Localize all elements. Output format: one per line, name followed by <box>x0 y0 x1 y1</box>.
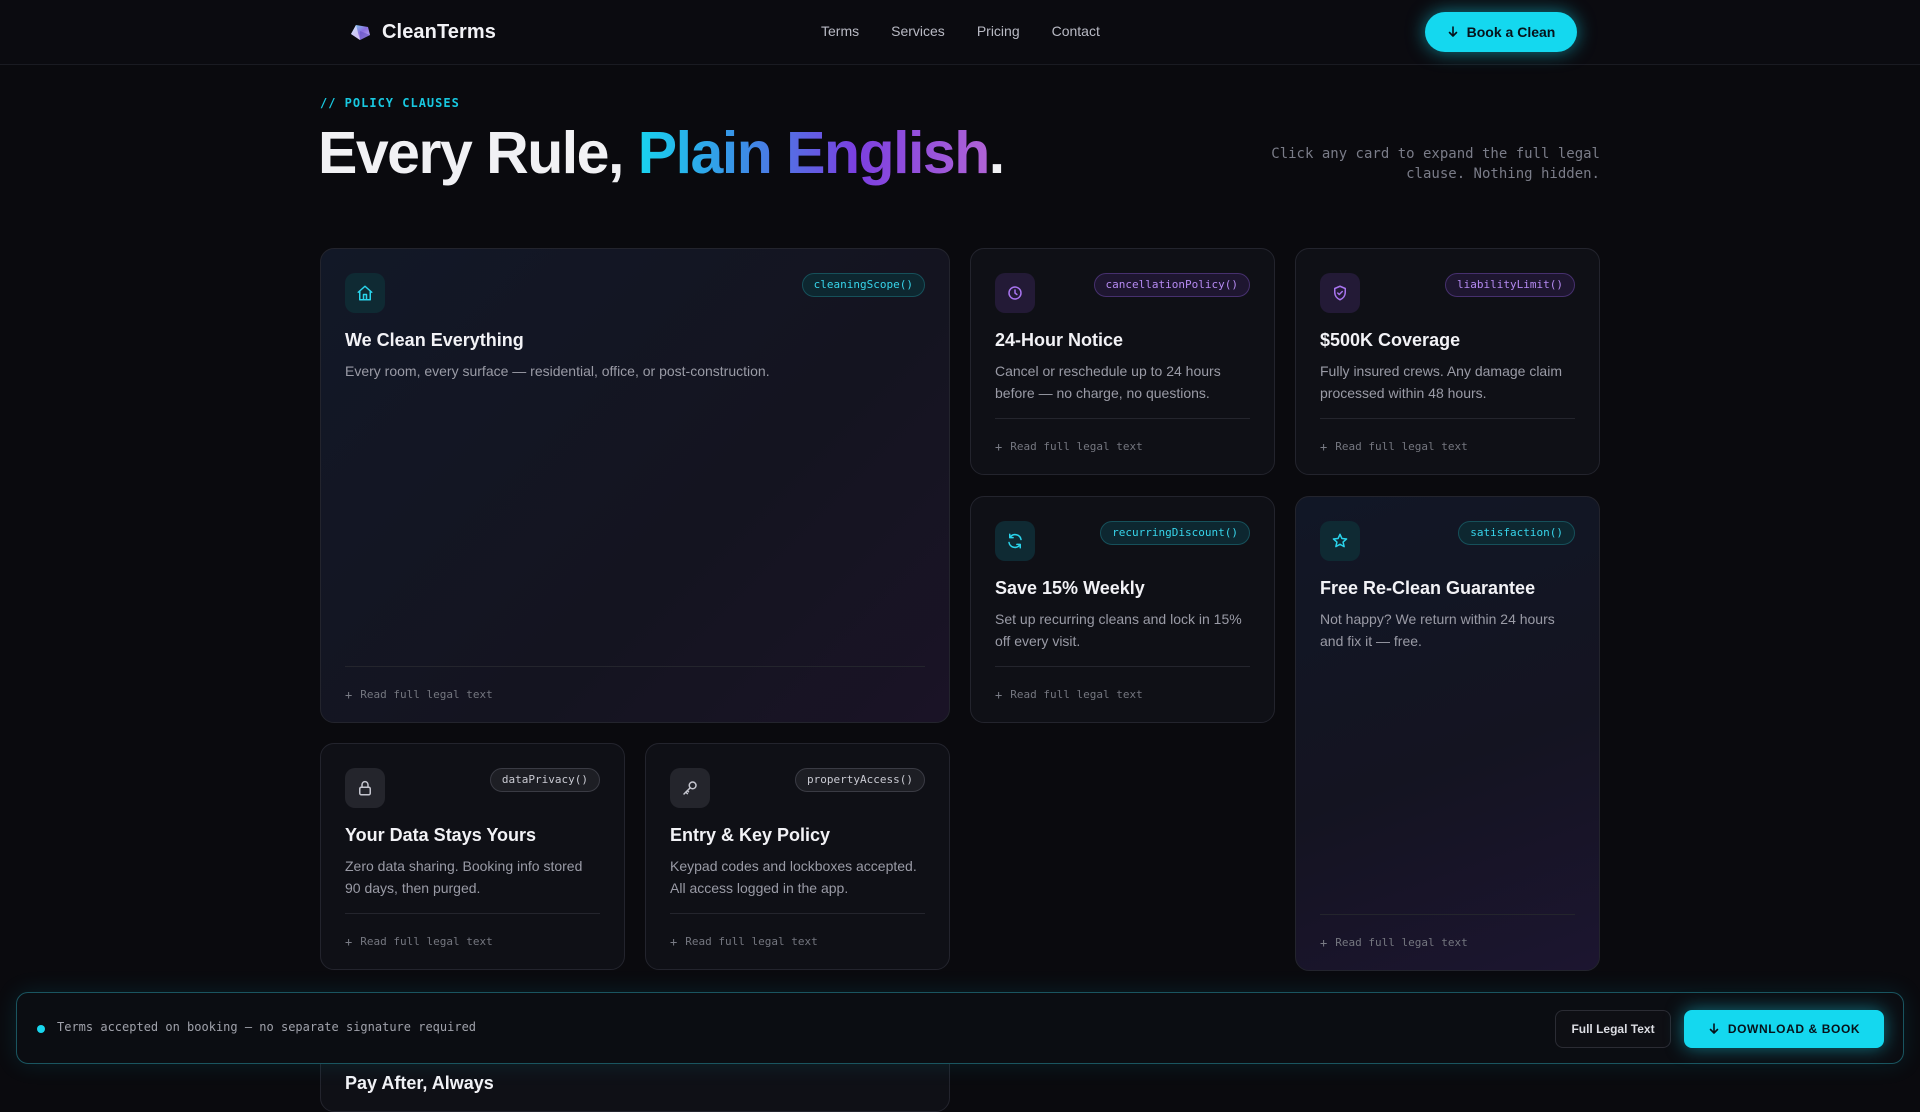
clause-tag: satisfaction() <box>1458 521 1575 545</box>
terms-status-text: Terms accepted on booking — no separate … <box>57 1020 477 1034</box>
section-eyebrow: // POLICY CLAUSES <box>320 96 460 110</box>
clause-tag: cancellationPolicy() <box>1093 273 1250 297</box>
lock-icon <box>345 768 385 808</box>
plus-icon: + <box>1320 935 1328 950</box>
terms-sticky-bar: Terms accepted on booking — no separate … <box>16 992 1904 1064</box>
plus-icon: + <box>995 439 1003 454</box>
policy-card-cleaning-scope[interactable]: cleaningScope() We Clean Everything Ever… <box>320 248 950 723</box>
brand-name: CleanTerms <box>382 20 497 43</box>
policy-card-property-access[interactable]: propertyAccess() Entry & Key Policy Keyp… <box>645 743 950 970</box>
card-description: Set up recurring cleans and lock in 15% … <box>995 611 1242 649</box>
arrow-down-icon <box>1448 26 1457 37</box>
card-title: 24-Hour Notice <box>995 330 1124 350</box>
nav-links: Terms Services Pricing Contact <box>821 23 1100 39</box>
clause-tag: liabilityLimit() <box>1445 273 1575 297</box>
card-title: Your Data Stays Yours <box>345 825 537 845</box>
read-legal-label: Read full legal text <box>1010 688 1143 701</box>
read-legal-label: Read full legal text <box>1335 936 1468 949</box>
clock-icon <box>995 273 1035 313</box>
nav-link-terms[interactable]: Terms <box>821 23 859 39</box>
read-legal-label: Read full legal text <box>360 935 493 948</box>
card-description: Not happy? We return within 24 hours and… <box>1320 611 1555 649</box>
clause-tag: cleaningScope() <box>801 273 925 297</box>
read-legal-label: Read full legal text <box>360 688 493 701</box>
nav-link-contact[interactable]: Contact <box>1052 23 1100 39</box>
clause-tag: recurringDiscount() <box>1100 521 1250 545</box>
hero-subtitle: Click any card to expand the full legal … <box>1271 146 1600 182</box>
plus-icon: + <box>670 934 678 949</box>
refresh-icon <box>995 521 1035 561</box>
read-legal-link[interactable]: + Read full legal text <box>995 666 1250 722</box>
read-legal-link[interactable]: + Read full legal text <box>345 913 600 969</box>
read-legal-link[interactable]: + Read full legal text <box>1320 914 1575 970</box>
book-clean-label: Book a Clean <box>1466 24 1556 40</box>
card-title: Pay After, Always <box>345 1073 494 1093</box>
card-description: Every room, every surface — residential,… <box>345 363 770 379</box>
book-clean-button[interactable]: Book a Clean <box>1425 12 1577 52</box>
policy-card-satisfaction[interactable]: satisfaction() Free Re-Clean Guarantee N… <box>1295 496 1600 971</box>
read-legal-label: Read full legal text <box>1010 440 1143 453</box>
policy-card-liability[interactable]: liabilityLimit() $500K Coverage Fully in… <box>1295 248 1600 475</box>
plus-icon: + <box>995 687 1003 702</box>
policy-card-data-privacy[interactable]: dataPrivacy() Your Data Stays Yours Zero… <box>320 743 625 970</box>
plus-icon: + <box>345 687 353 702</box>
title-end: . <box>988 120 1005 186</box>
diamond-logo-icon <box>351 25 370 40</box>
brand[interactable]: CleanTerms <box>348 20 496 44</box>
full-legal-text-button[interactable]: Full Legal Text <box>1555 1010 1671 1048</box>
read-legal-label: Read full legal text <box>1335 440 1468 453</box>
download-and-book-label: DOWNLOAD & BOOK <box>1727 1022 1861 1036</box>
policy-card-cancellation[interactable]: cancellationPolicy() 24-Hour Notice Canc… <box>970 248 1275 475</box>
read-legal-label: Read full legal text <box>685 935 818 948</box>
download-and-book-button[interactable]: DOWNLOAD & BOOK <box>1684 1010 1884 1048</box>
read-legal-link[interactable]: + Read full legal text <box>670 913 925 969</box>
clause-tag: dataPrivacy() <box>489 768 600 792</box>
read-legal-link[interactable]: + Read full legal text <box>1320 418 1575 474</box>
key-icon <box>670 768 710 808</box>
title-start: Every Rule, <box>318 120 638 186</box>
card-title: $500K Coverage <box>1320 330 1461 350</box>
nav-link-services[interactable]: Services <box>891 23 945 39</box>
plus-icon: + <box>1320 439 1328 454</box>
nav-link-pricing[interactable]: Pricing <box>977 23 1020 39</box>
policy-card-recurring[interactable]: recurringDiscount() Save 15% Weekly Set … <box>970 496 1275 723</box>
card-title: Entry & Key Policy <box>670 825 831 845</box>
page-title: Every Rule, Plain English. <box>318 118 1005 188</box>
title-highlight: Plain English <box>637 120 990 186</box>
top-navbar: CleanTerms Terms Services Pricing Contac… <box>0 0 1920 65</box>
clause-tag: propertyAccess() <box>795 768 925 792</box>
card-description: Keypad codes and lockboxes accepted. All… <box>670 858 917 896</box>
status-dot-icon <box>37 1025 45 1033</box>
plus-icon: + <box>345 934 353 949</box>
card-title: Free Re-Clean Guarantee <box>1320 578 1536 598</box>
card-description: Cancel or reschedule up to 24 hours befo… <box>995 363 1221 401</box>
card-title: We Clean Everything <box>345 330 524 350</box>
read-legal-link[interactable]: + Read full legal text <box>995 418 1250 474</box>
arrow-down-icon <box>1709 1023 1719 1034</box>
card-description: Fully insured crews. Any damage claim pr… <box>1320 363 1562 401</box>
shield-check-icon <box>1320 273 1360 313</box>
home-icon <box>345 273 385 313</box>
star-icon <box>1320 521 1360 561</box>
read-legal-link[interactable]: + Read full legal text <box>345 666 925 722</box>
card-description: Zero data sharing. Booking info stored 9… <box>345 858 583 896</box>
card-title: Save 15% Weekly <box>995 578 1145 598</box>
